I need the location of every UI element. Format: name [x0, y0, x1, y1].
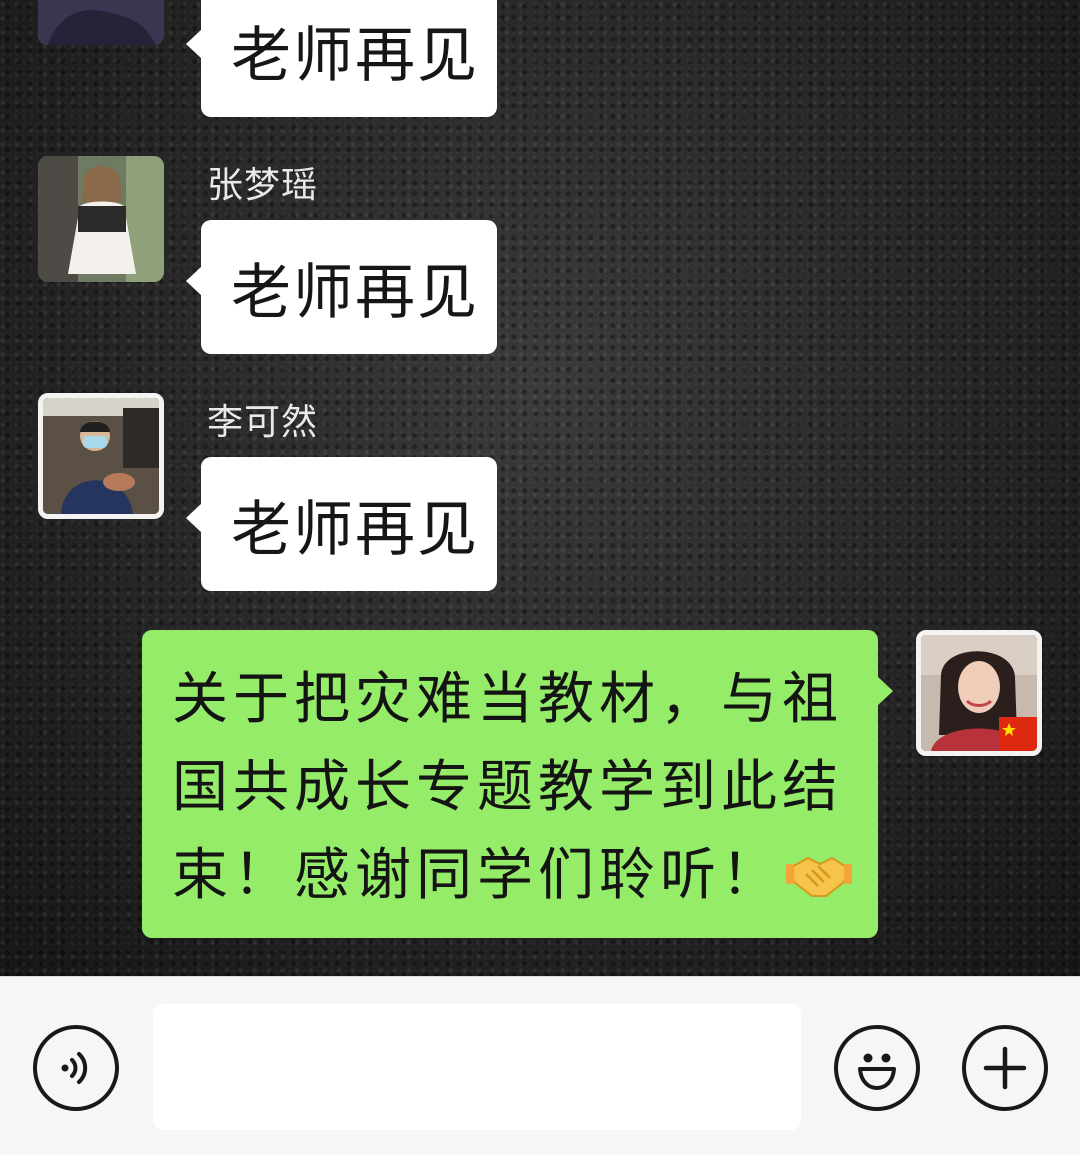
message-line-last: 束！感谢同学们聆听！ — [172, 832, 854, 920]
student-avatar-3 — [43, 398, 159, 514]
more-button[interactable] — [962, 1025, 1048, 1111]
chat-input-bar — [0, 976, 1080, 1155]
sender-name: 李可然 — [207, 402, 319, 443]
voice-icon — [61, 1052, 88, 1084]
sender-name: 张梦瑶 — [207, 165, 319, 206]
message-text: 老师再见 — [231, 20, 479, 91]
voice-input-button[interactable] — [33, 1025, 119, 1111]
message-line: 国共成长专题教学到此结 — [172, 755, 843, 820]
chat-screen: 老师再见 张梦瑶 老师再见 李可然 老师再见 关于把灾难当教材，与祖 国共成长专… — [0, 0, 1080, 1155]
message-bubble[interactable]: 老师再见 — [186, 457, 497, 591]
message-input[interactable] — [153, 1004, 801, 1130]
message-bubble[interactable]: 老师再见 — [186, 220, 497, 354]
student-avatar-1 — [38, 0, 164, 45]
message-bubble[interactable]: 老师再见 — [186, 0, 497, 117]
outgoing-message-bubble[interactable]: 关于把灾难当教材，与祖 国共成长专题教学到此结 束！感谢同学们聆听！ — [142, 630, 893, 938]
sender-avatar[interactable] — [38, 156, 164, 282]
student-avatar-2 — [38, 156, 164, 282]
my-avatar[interactable] — [916, 630, 1042, 756]
handshake-icon — [786, 840, 852, 897]
message-line: 束！感谢同学们聆听！ — [172, 843, 782, 908]
message-text: 老师再见 — [231, 257, 479, 328]
plus-icon — [983, 1046, 1027, 1090]
sender-avatar[interactable] — [38, 0, 164, 45]
emoji-button[interactable] — [834, 1025, 920, 1111]
sender-avatar[interactable] — [38, 393, 164, 519]
smiley-icon — [858, 1053, 896, 1090]
message-line: 关于把灾难当教材，与祖 — [172, 667, 843, 732]
teacher-avatar-china-flag — [921, 635, 1037, 751]
message-text: 老师再见 — [231, 494, 479, 565]
